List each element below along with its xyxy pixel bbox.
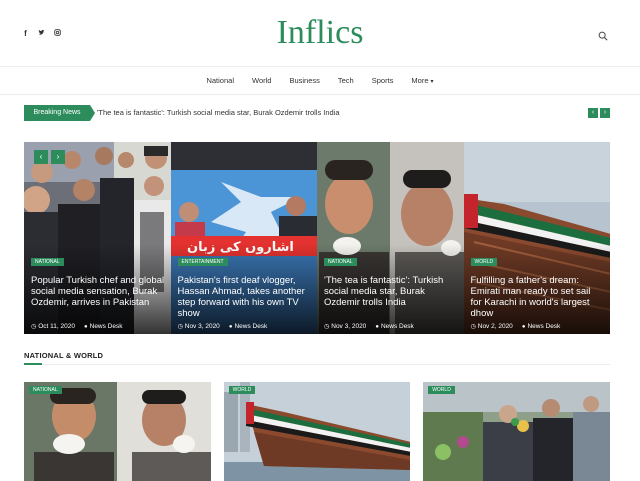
category-badge[interactable]: WORLD <box>228 386 256 394</box>
nav-item-more-label: More <box>411 76 429 85</box>
nav-divider <box>0 94 640 95</box>
user-icon: ● <box>521 324 526 330</box>
slide-author[interactable]: News Desk <box>234 323 267 330</box>
clock-icon: ◷ <box>470 324 476 330</box>
slide-author[interactable]: News Desk <box>90 323 123 330</box>
card-image <box>223 382 411 481</box>
nav-item-business[interactable]: Business <box>280 76 328 87</box>
slide-title[interactable]: 'The tea is fantastic': Turkish social m… <box>324 275 458 308</box>
slide-date: Oct 11, 2020 <box>38 323 75 330</box>
slide-title[interactable]: Popular Turkish chef and global social m… <box>31 275 165 308</box>
breaking-news-bar: Breaking News 'The tea is fantastic': Tu… <box>24 105 610 122</box>
slide-date: Nov 3, 2020 <box>331 323 367 330</box>
chevron-down-icon: ▾ <box>430 79 434 85</box>
slide-title[interactable]: Fulfilling a father's dream: Emirati man… <box>471 275 605 319</box>
clock-icon: ◷ <box>324 324 330 330</box>
user-icon: ● <box>84 324 88 330</box>
article-card[interactable]: NATIONAL <box>24 382 211 481</box>
section-accent <box>24 363 42 365</box>
category-badge[interactable]: ENTERTAINMENT <box>177 258 228 266</box>
card-image <box>24 382 211 481</box>
featured-slide[interactable]: NATIONAL 'The tea is fantastic': Turkish… <box>317 142 464 334</box>
category-badge[interactable]: WORLD <box>428 386 455 394</box>
user-icon: ● <box>375 324 379 330</box>
slide-date: Nov 2, 2020 <box>477 323 513 330</box>
slider-next-button[interactable]: › <box>51 150 65 164</box>
nav-item-national[interactable]: National <box>197 76 243 87</box>
slide-meta: ◷ Nov 3, 2020 ● News Desk <box>178 323 268 331</box>
breaking-next-button[interactable]: › <box>600 108 610 118</box>
breaking-news-headline[interactable]: 'The tea is fantastic': Turkish social m… <box>97 105 340 121</box>
article-card[interactable]: WORLD <box>223 382 411 481</box>
user-icon: ● <box>228 324 233 330</box>
site-logo[interactable]: Inflics <box>0 14 640 52</box>
header-divider <box>0 66 640 67</box>
nav-item-more[interactable]: More ▾ <box>402 76 442 87</box>
slider-prev-button[interactable]: ‹ <box>34 150 48 164</box>
slide-title[interactable]: Pakistan's first deaf vlogger, Hassan Ah… <box>178 275 312 319</box>
featured-slide[interactable]: اشاروں کی زبان ENTERTAINMENT Pakistan's … <box>170 142 317 334</box>
clock-icon: ◷ <box>31 324 37 330</box>
featured-slider: ‹ › NATIONAL Popular Turkish chef and gl… <box>24 142 610 334</box>
featured-slide[interactable]: WORLD Fulfilling a father's dream: Emira… <box>463 142 610 334</box>
slide-meta: ◷ Oct 11, 2020 ● News Desk <box>31 323 123 331</box>
category-badge[interactable]: WORLD <box>470 258 498 266</box>
main-nav: National World Business Tech Sports More… <box>0 76 640 87</box>
clock-icon: ◷ <box>177 324 183 330</box>
search-icon[interactable] <box>598 28 610 41</box>
nav-item-world[interactable]: World <box>243 76 280 87</box>
category-badge[interactable]: NATIONAL <box>29 386 62 394</box>
article-card[interactable]: WORLD <box>423 382 610 481</box>
slide-author[interactable]: News Desk <box>381 323 414 330</box>
section-cards: NATIONAL WORLD WORLD <box>24 382 610 481</box>
slide-author[interactable]: News Desk <box>527 323 560 330</box>
breaking-prev-button[interactable]: ‹ <box>588 108 598 118</box>
section-divider <box>24 364 610 365</box>
slide-meta: ◷ Nov 2, 2020 ● News Desk <box>471 323 561 331</box>
slider-arrows: ‹ › <box>34 150 65 164</box>
category-badge[interactable]: NATIONAL <box>31 258 64 266</box>
category-badge[interactable]: NATIONAL <box>324 258 357 266</box>
featured-slide[interactable]: NATIONAL Popular Turkish chef and global… <box>24 142 171 334</box>
card-image <box>423 382 610 481</box>
slide-meta: ◷ Nov 3, 2020 ● News Desk <box>324 323 414 331</box>
breaking-news-label: Breaking News <box>24 105 95 121</box>
nav-item-tech[interactable]: Tech <box>329 76 363 87</box>
section-title[interactable]: NATIONAL & WORLD <box>24 351 103 360</box>
nav-item-sports[interactable]: Sports <box>363 76 403 87</box>
slide-date: Nov 3, 2020 <box>184 323 220 330</box>
